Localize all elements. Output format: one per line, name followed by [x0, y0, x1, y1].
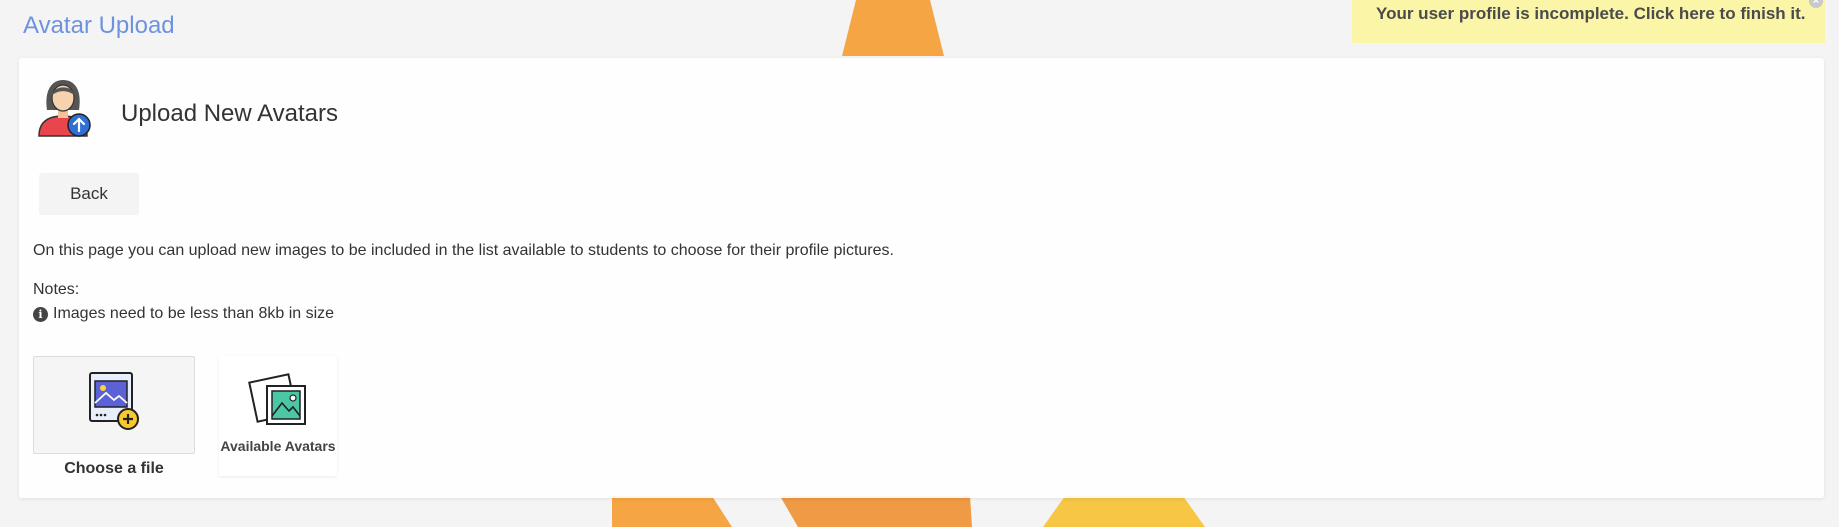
choose-file-button[interactable]: Choose a file [33, 356, 195, 478]
page-title: Avatar Upload [23, 12, 175, 39]
choose-file-label: Choose a file [64, 460, 164, 477]
file-drop-box[interactable] [33, 356, 195, 454]
info-icon: i [33, 306, 48, 322]
upload-card: Upload New Avatars Back On this page you… [19, 58, 1824, 498]
card-title: Upload New Avatars [121, 100, 339, 127]
available-avatars-label: Available Avatars [220, 438, 336, 454]
note-text: Images need to be less than 8kb in size [53, 305, 335, 322]
background-shape-bottom-center [780, 496, 972, 527]
notice-text: Your user profile is incomplete. Click h… [1376, 4, 1806, 23]
background-shape-bottom-right [1043, 496, 1205, 527]
close-icon[interactable]: × [1809, 0, 1823, 8]
note-item: i Images need to be less than 8kb in siz… [33, 305, 334, 323]
intro-text: On this page you can upload new images t… [33, 242, 894, 259]
image-gallery-icon [248, 373, 306, 425]
user-upload-icon [38, 80, 91, 137]
background-shape-bottom-left [612, 496, 732, 527]
notes-label: Notes: [33, 281, 80, 298]
available-avatars-button[interactable]: Available Avatars [219, 356, 337, 476]
profile-incomplete-notice[interactable]: Your user profile is incomplete. Click h… [1352, 0, 1825, 43]
background-shape-top [842, 0, 944, 56]
add-image-icon [89, 372, 139, 430]
back-button[interactable]: Back [39, 173, 139, 215]
